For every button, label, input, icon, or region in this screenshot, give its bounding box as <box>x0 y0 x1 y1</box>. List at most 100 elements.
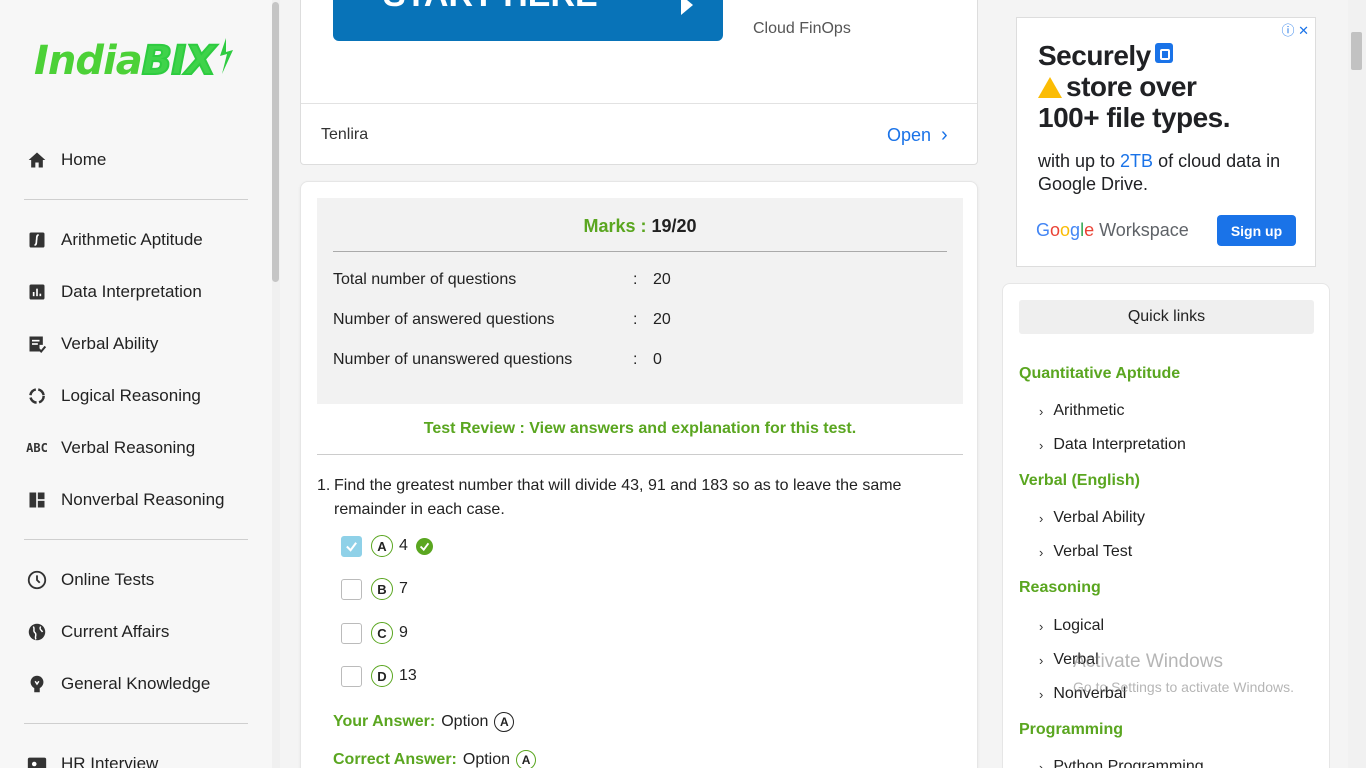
option-b[interactable]: B 7 <box>341 577 408 601</box>
summary-row-unanswered: Number of unanswered questions : 0 <box>333 351 947 369</box>
chevron-right-icon: › <box>1039 544 1044 560</box>
option-letter: B <box>371 578 393 600</box>
sidebar-item-current-affairs[interactable]: Current Affairs <box>24 617 248 647</box>
option-checkbox[interactable] <box>341 578 362 600</box>
option-a[interactable]: A 4 <box>341 534 433 558</box>
sidebar-item-verbal-ability[interactable]: Verbal Ability <box>24 329 248 359</box>
sidebar-item-data-interpretation[interactable]: Data Interpretation <box>24 277 248 307</box>
logo-letter: G <box>1036 220 1051 240</box>
chevron-right-icon: › <box>1039 618 1044 634</box>
sidebar-item-label: Logical Reasoning <box>61 386 201 405</box>
summary-row-label: Total number of questions <box>333 271 517 288</box>
ad-headline-line-1: Securely <box>1038 40 1151 71</box>
quick-links-category[interactable]: Verbal (English) <box>1019 472 1140 490</box>
review-divider <box>317 454 963 455</box>
ad-body: with up to 2TB of cloud data in Google D… <box>1038 150 1308 196</box>
logo-letter: o <box>1060 220 1071 240</box>
page-scrollbar-track[interactable] <box>1348 0 1366 768</box>
sidebar-item-label: Online Tests <box>61 570 155 589</box>
ad-divider <box>301 103 977 104</box>
activate-windows-watermark: Activate Windows Go to Settings to activ… <box>1073 651 1294 695</box>
sidebar-item-general-knowledge[interactable]: General Knowledge <box>24 669 248 699</box>
result-summary: Marks : 19/20 Total number of questions … <box>317 198 963 404</box>
quick-link-item[interactable]: › Verbal Ability <box>1039 509 1145 527</box>
option-checkbox[interactable] <box>341 535 362 557</box>
quick-link-item[interactable]: › Arithmetic <box>1039 402 1124 420</box>
globe-icon <box>24 619 50 645</box>
spark-icon <box>220 38 233 74</box>
sidebar-item-label: Nonverbal Reasoning <box>61 490 225 509</box>
sidebar-item-logical-reasoning[interactable]: Logical Reasoning <box>24 381 248 411</box>
marks-value: 19/20 <box>651 216 697 236</box>
sidebar-scrollbar-thumb[interactable] <box>272 2 279 282</box>
google-drive-icon <box>1038 77 1062 98</box>
sidebar-item-online-tests[interactable]: Online Tests <box>24 565 248 595</box>
arrow-right-icon <box>681 0 693 15</box>
bulb-icon <box>24 671 50 697</box>
option-d[interactable]: D 13 <box>341 664 417 688</box>
summary-row-value: 20 <box>653 311 671 328</box>
home-icon <box>24 147 50 173</box>
quick-links-category[interactable]: Reasoning <box>1019 579 1101 597</box>
sidebar-divider <box>24 539 248 540</box>
ad-start-here-button[interactable]: START HERE <box>333 0 723 41</box>
ad-body-highlight: 2TB <box>1120 151 1154 171</box>
sidebar-item-nonverbal-reasoning[interactable]: Nonverbal Reasoning <box>24 485 248 515</box>
summary-row-separator: : <box>633 351 638 368</box>
option-c[interactable]: C 9 <box>341 621 408 645</box>
ad-headline-line-2: store over <box>1066 71 1197 102</box>
sidebar-item-hr-interview[interactable]: HR Interview <box>24 749 248 768</box>
logo-letter: o <box>1050 220 1061 240</box>
option-checkbox[interactable] <box>341 622 362 644</box>
option-letter: A <box>371 535 393 557</box>
ad-button-label: START HERE <box>383 0 598 15</box>
summary-row-total: Total number of questions : 20 <box>333 271 947 289</box>
summary-divider <box>333 251 947 252</box>
option-letter: D <box>371 665 393 687</box>
test-review-link[interactable]: Test Review : View answers and explanati… <box>301 420 979 438</box>
correct-answer: Correct Answer: Option A <box>333 750 537 768</box>
page-scrollbar-thumb[interactable] <box>1351 32 1362 70</box>
sidebar-item-verbal-reasoning[interactable]: ABC Verbal Reasoning <box>24 433 248 463</box>
option-letter: C <box>371 622 393 644</box>
advertisement-google-workspace[interactable]: ⓘ ✕ Securely store over 100+ file types.… <box>1016 17 1316 267</box>
option-checkbox[interactable] <box>341 665 362 687</box>
chevron-right-icon: › <box>1039 686 1044 702</box>
advertisement-top[interactable]: START HERE Cloud FinOps Tenlira Open › <box>300 0 978 165</box>
dashboard-icon <box>24 487 50 513</box>
ad-advertiser-name: Tenlira <box>321 126 369 143</box>
quick-link-item[interactable]: › Data Interpretation <box>1039 436 1186 454</box>
summary-row-label: Number of answered questions <box>333 311 555 328</box>
option-value: 9 <box>399 624 408 641</box>
quick-link-item[interactable]: › Logical <box>1039 617 1104 635</box>
your-answer: Your Answer: Option A <box>333 712 515 732</box>
sidebar-item-arithmetic-aptitude[interactable]: Arithmetic Aptitude <box>24 225 248 255</box>
ad-sign-up-button[interactable]: Sign up <box>1217 215 1296 246</box>
chevron-right-icon: › <box>941 124 948 146</box>
watermark-subtitle: Go to Settings to activate Windows. <box>1073 679 1294 695</box>
logo-text-bix: BIX <box>141 37 217 85</box>
summary-row-answered: Number of answered questions : 20 <box>333 311 947 329</box>
quick-links-category[interactable]: Quantitative Aptitude <box>1019 365 1180 383</box>
sidebar-item-label: Verbal Ability <box>61 334 159 353</box>
quick-link-item[interactable]: › Python Programming <box>1039 758 1204 768</box>
indiabix-logo[interactable]: IndiaBIX <box>34 37 244 102</box>
sidebar-item-label: Verbal Reasoning <box>61 438 196 457</box>
summary-row-separator: : <box>633 271 638 288</box>
option-value: 13 <box>399 667 417 684</box>
quick-link-item[interactable]: › Verbal Test <box>1039 543 1132 561</box>
your-answer-letter: A <box>494 712 515 732</box>
marks-label: Marks : <box>583 216 647 236</box>
integral-icon <box>24 227 50 253</box>
checklist-icon <box>24 331 50 357</box>
summary-row-value: 20 <box>653 271 671 288</box>
quick-links-category[interactable]: Programming <box>1019 721 1123 739</box>
ad-open-button[interactable]: Open › <box>887 124 948 147</box>
option-value: 7 <box>399 580 408 597</box>
sidebar-item-label: Data Interpretation <box>61 282 202 301</box>
summary-row-label: Number of unanswered questions <box>333 351 573 368</box>
ad-close-icon[interactable]: ⓘ ✕ <box>1281 20 1309 39</box>
sidebar-item-label: General Knowledge <box>61 674 211 693</box>
your-answer-text: Option <box>441 713 489 730</box>
sidebar-item-home[interactable]: Home <box>24 145 248 175</box>
